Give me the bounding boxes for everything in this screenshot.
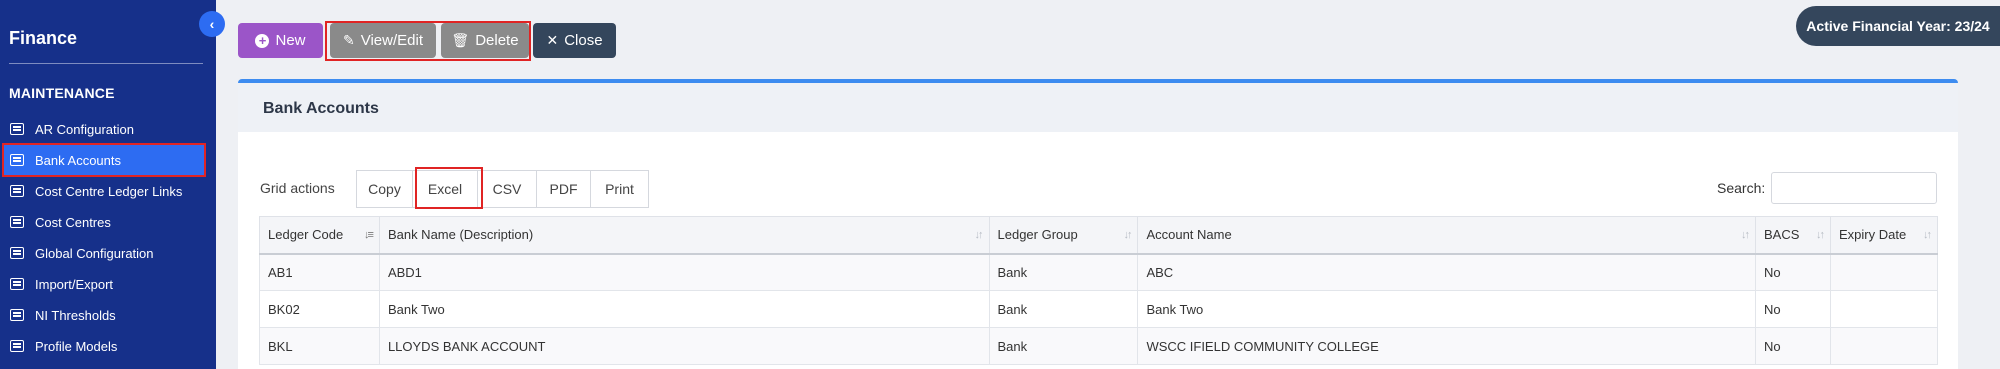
sidebar-item-label: Import/Export	[35, 276, 114, 292]
sidebar-item-global-configuration[interactable]: Global Configuration	[4, 238, 204, 268]
cell-expiry-date	[1829, 253, 1939, 291]
sidebar-item-label: Profile Models	[35, 338, 118, 354]
cell-bacs: No	[1755, 253, 1831, 291]
bank-accounts-table: Ledger Code ↓≡ Bank Name (Description) ↓↑ …	[259, 216, 1939, 365]
sidebar-item-label: Cost Centre Ledger Links	[35, 183, 183, 199]
close-icon: ✕	[546, 32, 559, 48]
cell-expiry-date	[1829, 327, 1939, 365]
sidebar-item-profile-models[interactable]: Profile Models	[4, 331, 204, 361]
sidebar-item-label: AR Configuration	[35, 121, 134, 137]
cell-account-name: ABC	[1137, 253, 1757, 291]
cell-bacs: No	[1755, 290, 1831, 328]
column-header-ledger-code[interactable]: Ledger Code ↓≡	[259, 216, 380, 255]
list-icon	[10, 123, 24, 135]
card-header: Bank Accounts	[238, 83, 1958, 132]
card-title: Bank Accounts	[263, 100, 379, 117]
list-icon	[10, 309, 24, 321]
cell-account-name: Bank Two	[1137, 290, 1757, 328]
close-button[interactable]: ✕ Close	[533, 23, 616, 58]
column-header-label: Ledger Code	[268, 227, 344, 243]
chevron-left-icon: ‹	[209, 16, 215, 32]
sidebar-item-cost-centre-ledger-links[interactable]: Cost Centre Ledger Links	[4, 176, 204, 206]
column-header-bank-name[interactable]: Bank Name (Description) ↓↑	[378, 216, 990, 255]
view-edit-button-label: View/Edit	[360, 32, 423, 49]
sort-asc-icon: ↓≡	[364, 229, 374, 241]
cell-ledger-group: Bank	[988, 327, 1139, 365]
list-icon	[10, 154, 24, 166]
sort-icon: ↓↑	[1815, 229, 1825, 241]
cell-ledger-group: Bank	[988, 253, 1139, 291]
search-input[interactable]	[1771, 172, 1937, 204]
print-button[interactable]: Print	[590, 170, 649, 208]
sidebar-item-label: NI Thresholds	[35, 307, 116, 323]
sort-icon: ↓↑	[1123, 229, 1132, 241]
sort-icon: ↓↑	[1741, 229, 1750, 241]
copy-button[interactable]: Copy	[356, 170, 413, 208]
pdf-button[interactable]: PDF	[536, 170, 591, 208]
new-button[interactable]: + New	[238, 23, 323, 58]
search-label: Search:	[1717, 180, 1766, 196]
sidebar-section-heading: MAINTENANCE	[9, 85, 115, 101]
sort-icon: ↓↑	[974, 229, 984, 241]
sidebar-item-ni-thresholds[interactable]: NI Thresholds	[4, 300, 204, 330]
sidebar-divider	[9, 63, 203, 64]
list-icon	[10, 185, 24, 197]
financial-year-badge: Active Financial Year: 23/24	[1796, 6, 2000, 46]
column-header-bacs[interactable]: BACS ↓↑	[1755, 216, 1831, 255]
sidebar-item-label: Bank Accounts	[35, 152, 121, 168]
delete-button-label: Delete	[475, 32, 519, 49]
column-header-label: Ledger Group	[997, 227, 1078, 243]
cell-ledger-code: BK02	[259, 290, 380, 328]
cell-bank-name: Bank Two	[378, 290, 990, 328]
sidebar-title: Finance	[9, 28, 78, 48]
grid-actions-label: Grid actions	[260, 180, 335, 196]
list-icon	[10, 278, 24, 290]
edit-icon: ✎	[343, 32, 355, 48]
table-row[interactable]: BK02 Bank Two Bank Bank Two No	[259, 290, 1939, 328]
sidebar: Finance MAINTENANCE AR Configuration Ban…	[0, 0, 216, 369]
table-header-row: Ledger Code ↓≡ Bank Name (Description) ↓↑ …	[259, 216, 1939, 255]
close-button-label: Close	[564, 32, 603, 49]
cell-ledger-code: AB1	[259, 253, 380, 291]
view-edit-button[interactable]: ✎ View/Edit	[330, 23, 436, 58]
column-header-label: Expiry Date	[1838, 227, 1907, 243]
column-header-label: BACS	[1764, 227, 1800, 243]
plus-circle-icon: +	[255, 33, 270, 48]
cell-bank-name: LLOYDS BANK ACCOUNT	[378, 327, 990, 365]
column-header-account-name[interactable]: Account Name ↓↑	[1137, 216, 1757, 255]
column-header-expiry-date[interactable]: Expiry Date ↓↑	[1829, 216, 1939, 255]
new-button-label: New	[275, 32, 306, 49]
list-icon	[10, 340, 24, 352]
list-icon	[10, 247, 24, 259]
cell-ledger-code: BKL	[259, 327, 380, 365]
cell-bacs: No	[1755, 327, 1831, 365]
cell-ledger-group: Bank	[988, 290, 1139, 328]
csv-button[interactable]: CSV	[477, 170, 537, 208]
column-header-label: Account Name	[1146, 227, 1232, 243]
sort-icon: ↓↑	[1923, 229, 1932, 241]
sidebar-item-ar-configuration[interactable]: AR Configuration	[4, 114, 204, 144]
sidebar-item-import-export[interactable]: Import/Export	[4, 269, 204, 299]
column-header-ledger-group[interactable]: Ledger Group ↓↑	[988, 216, 1139, 255]
sidebar-item-label: Cost Centres	[35, 214, 111, 230]
sidebar-item-cost-centres[interactable]: Cost Centres	[4, 207, 204, 237]
sidebar-item-bank-accounts[interactable]: Bank Accounts	[2, 143, 206, 177]
table-row[interactable]: AB1 ABD1 Bank ABC No	[259, 253, 1939, 291]
trash-icon: 🗑	[451, 32, 470, 48]
sidebar-item-label: Global Configuration	[35, 245, 154, 261]
excel-button[interactable]: Excel	[412, 170, 478, 208]
column-header-label: Bank Name (Description)	[387, 227, 534, 243]
collapse-sidebar-button[interactable]: ‹	[199, 11, 225, 37]
cell-expiry-date	[1829, 290, 1939, 328]
delete-button[interactable]: 🗑 Delete	[441, 23, 529, 58]
table-row[interactable]: BKL LLOYDS BANK ACCOUNT Bank WSCC IFIELD…	[259, 327, 1939, 365]
list-icon	[10, 216, 24, 228]
cell-bank-name: ABD1	[378, 253, 990, 291]
cell-account-name: WSCC IFIELD COMMUNITY COLLEGE	[1137, 327, 1757, 365]
